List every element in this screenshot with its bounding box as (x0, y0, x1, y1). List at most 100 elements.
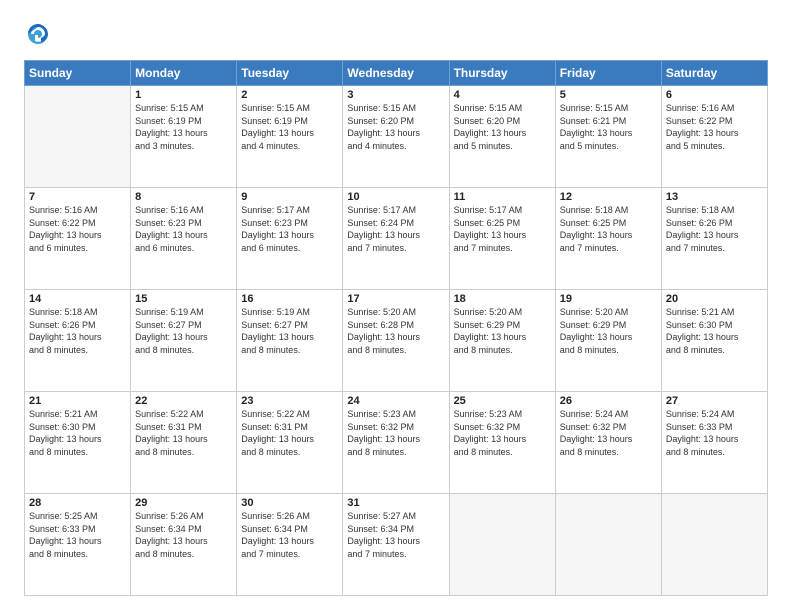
day-info: Sunrise: 5:15 AM Sunset: 6:19 PM Dayligh… (241, 102, 338, 152)
day-number: 18 (454, 293, 551, 305)
day-number: 2 (241, 89, 338, 101)
day-cell (555, 494, 661, 596)
day-cell: 22Sunrise: 5:22 AM Sunset: 6:31 PM Dayli… (131, 392, 237, 494)
day-info: Sunrise: 5:22 AM Sunset: 6:31 PM Dayligh… (135, 408, 232, 458)
day-number: 30 (241, 497, 338, 509)
day-cell: 1Sunrise: 5:15 AM Sunset: 6:19 PM Daylig… (131, 86, 237, 188)
column-header-thursday: Thursday (449, 61, 555, 86)
day-info: Sunrise: 5:17 AM Sunset: 6:24 PM Dayligh… (347, 204, 444, 254)
day-number: 3 (347, 89, 444, 101)
day-cell: 27Sunrise: 5:24 AM Sunset: 6:33 PM Dayli… (661, 392, 767, 494)
day-cell: 31Sunrise: 5:27 AM Sunset: 6:34 PM Dayli… (343, 494, 449, 596)
header (24, 20, 768, 48)
day-info: Sunrise: 5:22 AM Sunset: 6:31 PM Dayligh… (241, 408, 338, 458)
day-number: 24 (347, 395, 444, 407)
day-number: 14 (29, 293, 126, 305)
week-row-2: 7Sunrise: 5:16 AM Sunset: 6:22 PM Daylig… (25, 188, 768, 290)
day-info: Sunrise: 5:23 AM Sunset: 6:32 PM Dayligh… (454, 408, 551, 458)
day-cell (25, 86, 131, 188)
day-info: Sunrise: 5:21 AM Sunset: 6:30 PM Dayligh… (666, 306, 763, 356)
day-cell: 15Sunrise: 5:19 AM Sunset: 6:27 PM Dayli… (131, 290, 237, 392)
logo-icon (24, 20, 52, 48)
day-cell: 12Sunrise: 5:18 AM Sunset: 6:25 PM Dayli… (555, 188, 661, 290)
page: SundayMondayTuesdayWednesdayThursdayFrid… (0, 0, 792, 612)
day-info: Sunrise: 5:17 AM Sunset: 6:25 PM Dayligh… (454, 204, 551, 254)
day-info: Sunrise: 5:15 AM Sunset: 6:19 PM Dayligh… (135, 102, 232, 152)
day-info: Sunrise: 5:21 AM Sunset: 6:30 PM Dayligh… (29, 408, 126, 458)
column-header-monday: Monday (131, 61, 237, 86)
day-cell: 26Sunrise: 5:24 AM Sunset: 6:32 PM Dayli… (555, 392, 661, 494)
day-cell: 4Sunrise: 5:15 AM Sunset: 6:20 PM Daylig… (449, 86, 555, 188)
day-number: 8 (135, 191, 232, 203)
day-cell: 30Sunrise: 5:26 AM Sunset: 6:34 PM Dayli… (237, 494, 343, 596)
day-cell (449, 494, 555, 596)
column-header-tuesday: Tuesday (237, 61, 343, 86)
day-info: Sunrise: 5:16 AM Sunset: 6:22 PM Dayligh… (29, 204, 126, 254)
column-header-saturday: Saturday (661, 61, 767, 86)
day-info: Sunrise: 5:24 AM Sunset: 6:32 PM Dayligh… (560, 408, 657, 458)
calendar-header-row: SundayMondayTuesdayWednesdayThursdayFrid… (25, 61, 768, 86)
day-cell: 3Sunrise: 5:15 AM Sunset: 6:20 PM Daylig… (343, 86, 449, 188)
day-info: Sunrise: 5:27 AM Sunset: 6:34 PM Dayligh… (347, 510, 444, 560)
calendar-table: SundayMondayTuesdayWednesdayThursdayFrid… (24, 60, 768, 596)
day-cell: 17Sunrise: 5:20 AM Sunset: 6:28 PM Dayli… (343, 290, 449, 392)
day-cell: 16Sunrise: 5:19 AM Sunset: 6:27 PM Dayli… (237, 290, 343, 392)
day-number: 16 (241, 293, 338, 305)
day-info: Sunrise: 5:19 AM Sunset: 6:27 PM Dayligh… (135, 306, 232, 356)
day-cell: 24Sunrise: 5:23 AM Sunset: 6:32 PM Dayli… (343, 392, 449, 494)
day-info: Sunrise: 5:15 AM Sunset: 6:21 PM Dayligh… (560, 102, 657, 152)
day-info: Sunrise: 5:23 AM Sunset: 6:32 PM Dayligh… (347, 408, 444, 458)
logo (24, 20, 56, 48)
day-cell: 2Sunrise: 5:15 AM Sunset: 6:19 PM Daylig… (237, 86, 343, 188)
day-info: Sunrise: 5:18 AM Sunset: 6:25 PM Dayligh… (560, 204, 657, 254)
day-info: Sunrise: 5:15 AM Sunset: 6:20 PM Dayligh… (454, 102, 551, 152)
day-number: 31 (347, 497, 444, 509)
column-header-sunday: Sunday (25, 61, 131, 86)
day-number: 1 (135, 89, 232, 101)
day-cell: 23Sunrise: 5:22 AM Sunset: 6:31 PM Dayli… (237, 392, 343, 494)
day-number: 7 (29, 191, 126, 203)
day-number: 9 (241, 191, 338, 203)
day-info: Sunrise: 5:20 AM Sunset: 6:29 PM Dayligh… (454, 306, 551, 356)
day-info: Sunrise: 5:16 AM Sunset: 6:22 PM Dayligh… (666, 102, 763, 152)
day-cell: 6Sunrise: 5:16 AM Sunset: 6:22 PM Daylig… (661, 86, 767, 188)
day-number: 21 (29, 395, 126, 407)
day-info: Sunrise: 5:26 AM Sunset: 6:34 PM Dayligh… (135, 510, 232, 560)
week-row-3: 14Sunrise: 5:18 AM Sunset: 6:26 PM Dayli… (25, 290, 768, 392)
day-number: 29 (135, 497, 232, 509)
week-row-5: 28Sunrise: 5:25 AM Sunset: 6:33 PM Dayli… (25, 494, 768, 596)
day-cell (661, 494, 767, 596)
day-number: 10 (347, 191, 444, 203)
day-info: Sunrise: 5:17 AM Sunset: 6:23 PM Dayligh… (241, 204, 338, 254)
day-info: Sunrise: 5:18 AM Sunset: 6:26 PM Dayligh… (29, 306, 126, 356)
column-header-wednesday: Wednesday (343, 61, 449, 86)
day-number: 20 (666, 293, 763, 305)
day-number: 26 (560, 395, 657, 407)
day-cell: 28Sunrise: 5:25 AM Sunset: 6:33 PM Dayli… (25, 494, 131, 596)
day-cell: 7Sunrise: 5:16 AM Sunset: 6:22 PM Daylig… (25, 188, 131, 290)
day-number: 11 (454, 191, 551, 203)
day-cell: 10Sunrise: 5:17 AM Sunset: 6:24 PM Dayli… (343, 188, 449, 290)
day-cell: 21Sunrise: 5:21 AM Sunset: 6:30 PM Dayli… (25, 392, 131, 494)
day-info: Sunrise: 5:18 AM Sunset: 6:26 PM Dayligh… (666, 204, 763, 254)
day-number: 25 (454, 395, 551, 407)
day-info: Sunrise: 5:20 AM Sunset: 6:29 PM Dayligh… (560, 306, 657, 356)
day-number: 27 (666, 395, 763, 407)
day-info: Sunrise: 5:26 AM Sunset: 6:34 PM Dayligh… (241, 510, 338, 560)
day-number: 15 (135, 293, 232, 305)
day-cell: 25Sunrise: 5:23 AM Sunset: 6:32 PM Dayli… (449, 392, 555, 494)
day-info: Sunrise: 5:15 AM Sunset: 6:20 PM Dayligh… (347, 102, 444, 152)
day-cell: 29Sunrise: 5:26 AM Sunset: 6:34 PM Dayli… (131, 494, 237, 596)
day-number: 13 (666, 191, 763, 203)
day-number: 22 (135, 395, 232, 407)
day-cell: 11Sunrise: 5:17 AM Sunset: 6:25 PM Dayli… (449, 188, 555, 290)
day-info: Sunrise: 5:16 AM Sunset: 6:23 PM Dayligh… (135, 204, 232, 254)
day-cell: 18Sunrise: 5:20 AM Sunset: 6:29 PM Dayli… (449, 290, 555, 392)
day-number: 23 (241, 395, 338, 407)
day-cell: 13Sunrise: 5:18 AM Sunset: 6:26 PM Dayli… (661, 188, 767, 290)
day-info: Sunrise: 5:24 AM Sunset: 6:33 PM Dayligh… (666, 408, 763, 458)
week-row-4: 21Sunrise: 5:21 AM Sunset: 6:30 PM Dayli… (25, 392, 768, 494)
day-number: 4 (454, 89, 551, 101)
day-cell: 5Sunrise: 5:15 AM Sunset: 6:21 PM Daylig… (555, 86, 661, 188)
week-row-1: 1Sunrise: 5:15 AM Sunset: 6:19 PM Daylig… (25, 86, 768, 188)
